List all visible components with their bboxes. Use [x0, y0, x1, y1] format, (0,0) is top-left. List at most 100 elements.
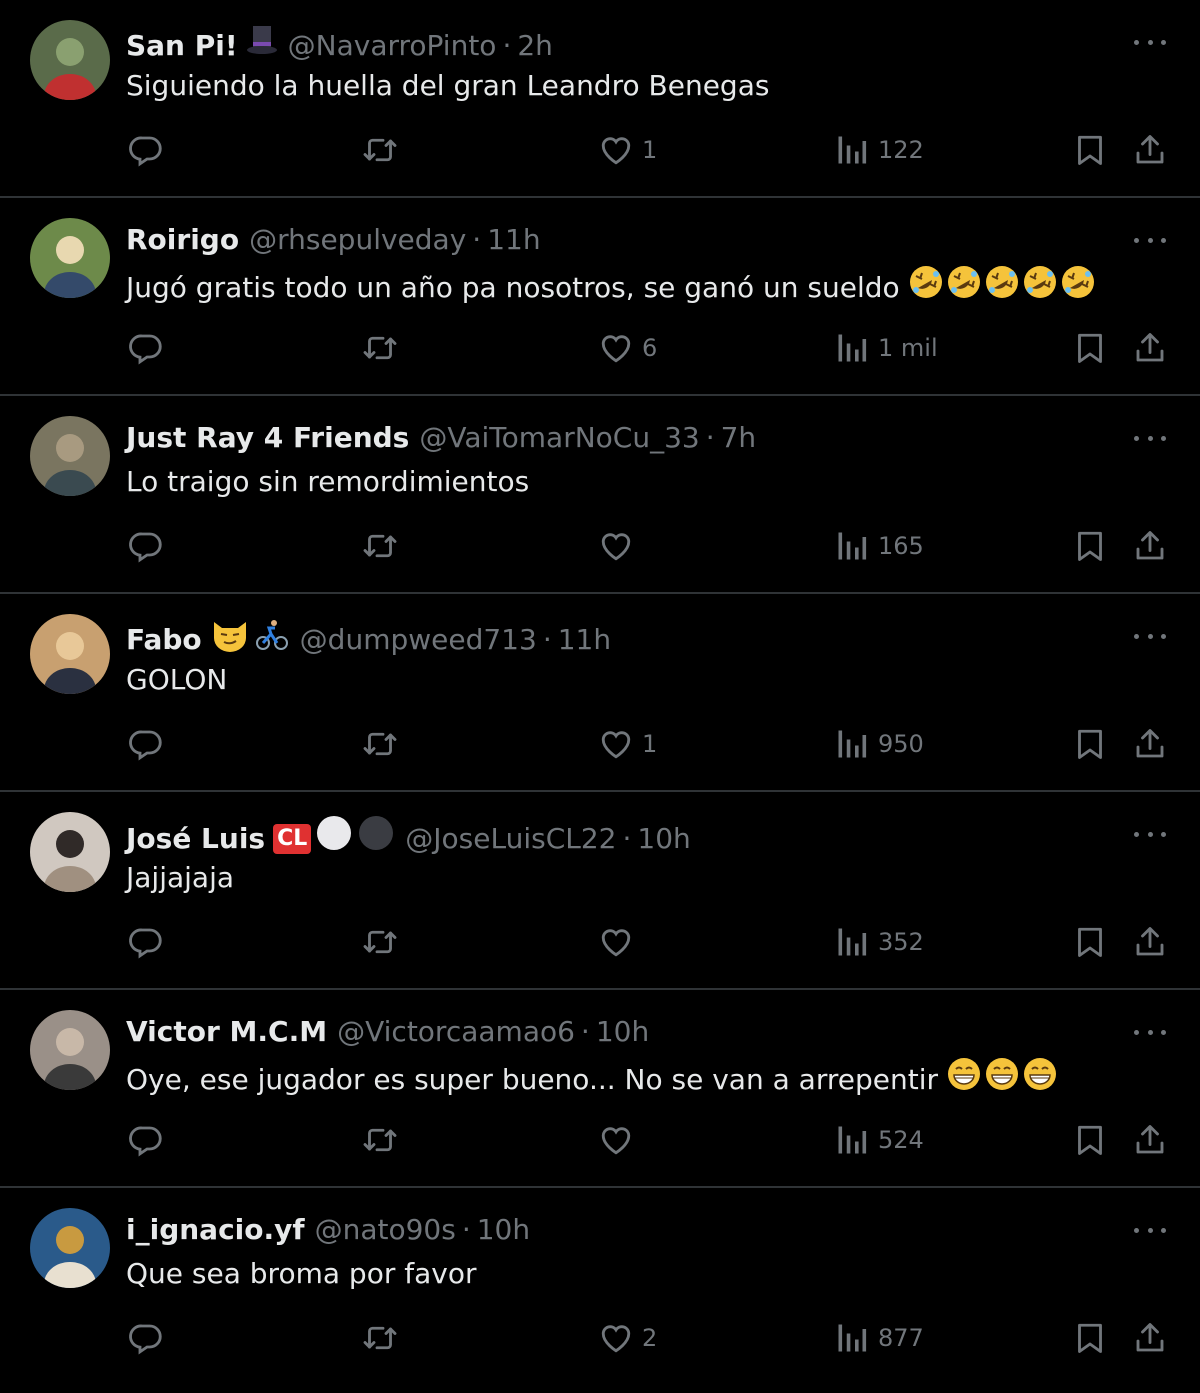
heart-icon: [598, 1320, 634, 1356]
share-button[interactable]: [1132, 922, 1168, 962]
display-name[interactable]: Roirigo: [126, 220, 239, 260]
reply-tweet[interactable]: i_ignacio.yf @nato90s · 10h Que sea broma po…: [0, 1188, 1200, 1386]
user-handle[interactable]: @JoseLuisCL22: [405, 819, 616, 859]
more-options-icon[interactable]: [1134, 620, 1166, 652]
views-button[interactable]: 950: [834, 724, 924, 764]
display-name[interactable]: i_ignacio.yf: [126, 1210, 305, 1250]
reply-button[interactable]: [128, 1120, 164, 1160]
avatar[interactable]: [30, 812, 110, 892]
retweet-button[interactable]: [362, 1318, 398, 1358]
more-options-icon[interactable]: [1134, 224, 1166, 256]
tweet-text: Que sea broma por favor: [126, 1254, 476, 1294]
reply-tweet[interactable]: José Luis CL @JoseLuisCL22 · 10h Jajjajaja 352: [0, 792, 1200, 990]
user-handle[interactable]: @dumpweed713: [300, 620, 537, 660]
reply-tweet[interactable]: Fabo @dumpweed713 · 11h GOLON 1 950: [0, 594, 1200, 792]
reply-button[interactable]: [128, 526, 164, 566]
share-button[interactable]: [1132, 724, 1168, 764]
like-button[interactable]: [598, 526, 642, 566]
like-button[interactable]: [598, 1120, 642, 1160]
tweet-text: Jugó gratis todo un año pa nosotros, se …: [126, 264, 1096, 311]
retweet-button[interactable]: [362, 724, 398, 764]
avatar[interactable]: [30, 614, 110, 694]
retweet-button[interactable]: [362, 130, 398, 170]
reply-button[interactable]: [128, 130, 164, 170]
like-button[interactable]: 2: [598, 1318, 657, 1358]
bookmark-button[interactable]: [1072, 526, 1108, 566]
bookmark-button[interactable]: [1072, 724, 1108, 764]
views-button[interactable]: 1 mil: [834, 328, 938, 368]
display-name[interactable]: Just Ray 4 Friends: [126, 418, 409, 458]
tweet-text-content: Que sea broma por favor: [126, 1257, 477, 1290]
more-options-icon[interactable]: [1134, 26, 1166, 58]
separator-dot: ·: [461, 1213, 471, 1246]
retweet-button[interactable]: [362, 922, 398, 962]
views-button[interactable]: 122: [834, 130, 924, 170]
display-name[interactable]: San Pi!: [126, 26, 238, 66]
reply-tweet[interactable]: Roirigo @rhsepulveday · 11h Jugó gratis todo…: [0, 198, 1200, 396]
retweet-icon: [362, 528, 398, 564]
user-handle[interactable]: @VaiTomarNoCu_33: [419, 418, 699, 458]
timestamp[interactable]: 10h: [596, 1012, 649, 1052]
more-options-icon[interactable]: [1134, 818, 1166, 850]
reply-button[interactable]: [128, 328, 164, 368]
display-name[interactable]: Victor M.C.M: [126, 1012, 327, 1052]
more-options-icon[interactable]: [1134, 1016, 1166, 1048]
avatar[interactable]: [30, 1208, 110, 1288]
like-button[interactable]: [598, 922, 642, 962]
share-button[interactable]: [1132, 526, 1168, 566]
bookmark-button[interactable]: [1072, 1318, 1108, 1358]
user-handle[interactable]: @rhsepulveday: [249, 220, 466, 260]
timestamp[interactable]: 7h: [721, 418, 757, 458]
tweet-text: Oye, ese jugador es super bueno... No se…: [126, 1056, 1058, 1103]
avatar[interactable]: [30, 20, 110, 100]
timestamp[interactable]: 10h: [477, 1210, 530, 1250]
user-handle[interactable]: @nato90s: [315, 1210, 456, 1250]
reply-button[interactable]: [128, 1318, 164, 1358]
view-count: 524: [878, 1126, 924, 1154]
views-button[interactable]: 524: [834, 1120, 924, 1160]
reply-tweet[interactable]: San Pi! @NavarroPinto · 2h Siguiendo la huel…: [0, 0, 1200, 198]
reply-button[interactable]: [128, 724, 164, 764]
timestamp[interactable]: 11h: [558, 620, 611, 660]
avatar[interactable]: [30, 416, 110, 496]
like-button[interactable]: 6: [598, 328, 657, 368]
share-button[interactable]: [1132, 328, 1168, 368]
reply-tweet[interactable]: Victor M.C.M @Victorcaamao6 · 10h Oye, ese j…: [0, 990, 1200, 1188]
name-badges: [210, 616, 290, 663]
bookmark-button[interactable]: [1072, 130, 1108, 170]
user-handle[interactable]: @NavarroPinto: [288, 26, 497, 66]
views-button[interactable]: 877: [834, 1318, 924, 1358]
reply-tweet[interactable]: Just Ray 4 Friends @VaiTomarNoCu_33 · 7h Lo …: [0, 396, 1200, 594]
tweet-text-content: Lo traigo sin remordimientos: [126, 465, 530, 498]
views-button[interactable]: 165: [834, 526, 924, 566]
retweet-button[interactable]: [362, 1120, 398, 1160]
user-handle[interactable]: @Victorcaamao6: [337, 1012, 575, 1052]
avatar[interactable]: [30, 1010, 110, 1090]
timestamp[interactable]: 11h: [487, 220, 540, 260]
retweet-button[interactable]: [362, 328, 398, 368]
rolling-laughing-emoji: [984, 264, 1020, 311]
rolling-laughing-emoji: [946, 264, 982, 311]
share-button[interactable]: [1132, 130, 1168, 170]
reply-icon: [128, 1320, 164, 1356]
like-button[interactable]: 1: [598, 724, 657, 764]
bookmark-button[interactable]: [1072, 328, 1108, 368]
heart-icon: [598, 924, 634, 960]
share-button[interactable]: [1132, 1120, 1168, 1160]
reply-button[interactable]: [128, 922, 164, 962]
more-options-icon[interactable]: [1134, 422, 1166, 454]
like-button[interactable]: 1: [598, 130, 657, 170]
more-options-icon[interactable]: [1134, 1214, 1166, 1246]
share-button[interactable]: [1132, 1318, 1168, 1358]
separator-dot: ·: [622, 821, 632, 855]
timestamp[interactable]: 2h: [517, 26, 553, 66]
bookmark-button[interactable]: [1072, 922, 1108, 962]
retweet-button[interactable]: [362, 526, 398, 566]
avatar[interactable]: [30, 218, 110, 298]
timestamp[interactable]: 10h: [637, 819, 690, 859]
share-icon: [1132, 1122, 1168, 1158]
bookmark-button[interactable]: [1072, 1120, 1108, 1160]
display-name[interactable]: José Luis: [126, 819, 265, 859]
display-name[interactable]: Fabo: [126, 620, 202, 660]
views-button[interactable]: 352: [834, 922, 924, 962]
